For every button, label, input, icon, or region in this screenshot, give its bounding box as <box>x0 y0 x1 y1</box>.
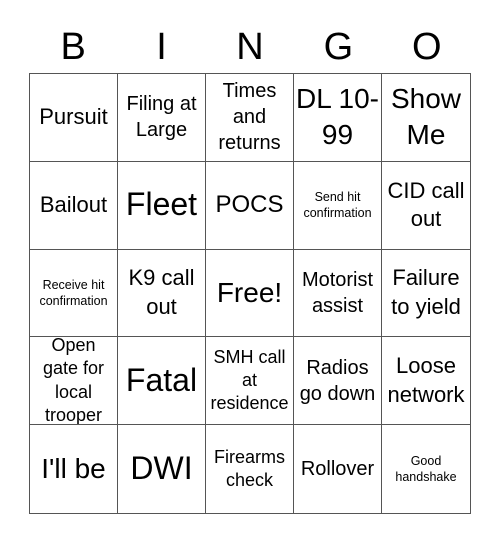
bingo-cell[interactable]: POCS <box>206 161 294 250</box>
bingo-cell[interactable]: Motorist assist <box>294 249 382 338</box>
header-letter-b: B <box>60 26 86 68</box>
bingo-cell[interactable]: Receive hit confirmation <box>30 249 118 338</box>
bingo-cell[interactable]: Rollover <box>294 425 382 513</box>
bingo-cell[interactable]: K9 call out <box>118 249 206 338</box>
bingo-cell[interactable]: Firearms check <box>206 425 294 513</box>
bingo-cell[interactable]: Filing at Large <box>118 74 206 162</box>
header-letter-i: I <box>156 26 167 68</box>
bingo-cell[interactable]: CID call out <box>382 162 470 250</box>
bingo-cell[interactable]: SMH call at residence <box>206 337 294 426</box>
bingo-cell[interactable]: Times and returns <box>206 74 294 162</box>
bingo-cell[interactable]: Radios go down <box>294 337 382 426</box>
header-letter-g: G <box>323 26 354 68</box>
bingo-cell[interactable]: Pursuit <box>30 74 118 162</box>
bingo-cell[interactable]: Loose network <box>382 337 470 426</box>
bingo-cell[interactable]: I'll be <box>30 425 118 513</box>
bingo-cell[interactable]: Fatal <box>118 337 206 426</box>
bingo-cell[interactable]: Bailout <box>30 161 118 250</box>
header-letter-n: N <box>236 26 264 68</box>
bingo-card-grid: Pursuit Filing at Large Times and return… <box>29 73 471 514</box>
bingo-cell[interactable]: Good handshake <box>382 425 470 513</box>
header-letter-o: O <box>411 26 442 68</box>
free-space-cell[interactable]: Free! <box>206 249 294 338</box>
bingo-cell[interactable]: Fleet <box>118 161 206 250</box>
bingo-cell[interactable]: Failure to yield <box>382 250 470 338</box>
bingo-cell[interactable]: Send hit confirmation <box>294 161 382 250</box>
bingo-cell[interactable]: DL 10-99 <box>294 74 382 162</box>
bingo-header: B I N G O <box>29 22 471 72</box>
bingo-cell[interactable]: Show Me <box>382 74 470 162</box>
bingo-cell[interactable]: Open gate for local trooper <box>30 337 118 426</box>
bingo-cell[interactable]: DWI <box>118 425 206 513</box>
